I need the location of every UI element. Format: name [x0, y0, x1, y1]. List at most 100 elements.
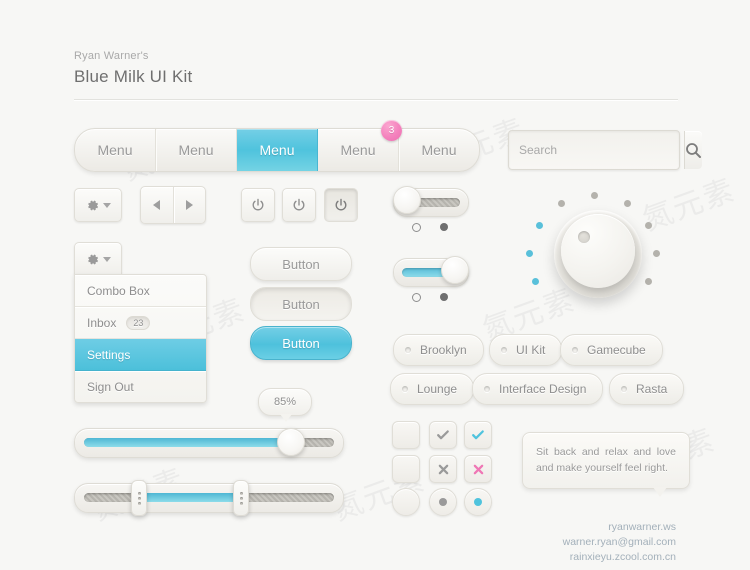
checkbox-unchecked[interactable] — [392, 421, 420, 449]
toggle-indicator-dots — [393, 221, 467, 233]
checkbox-x-pink[interactable] — [464, 455, 492, 483]
footer-email[interactable]: warner.ryan@gmail.com — [563, 535, 676, 550]
gear-dropdown-toggle[interactable] — [74, 242, 122, 275]
speech-bubble: Sit back and relax and love and make you… — [522, 432, 690, 497]
tag-interface-design[interactable]: Interface Design — [472, 373, 604, 405]
knob-dot-inactive — [624, 200, 631, 207]
toggle-knob[interactable] — [441, 256, 469, 284]
button-pressed[interactable]: Button — [250, 287, 352, 321]
gear-icon — [88, 254, 99, 264]
knob-dot-inactive — [645, 278, 652, 285]
power-button-2[interactable] — [282, 188, 316, 222]
checkbox-checked-gray[interactable] — [429, 421, 457, 449]
checkbox-x-gray[interactable] — [429, 455, 457, 483]
radio-dot — [474, 498, 482, 506]
knob-dot-inactive — [653, 250, 660, 257]
tag-ui-kit[interactable]: UI Kit — [489, 334, 563, 366]
menu-item-3-active[interactable]: Menu — [237, 129, 318, 171]
knob-dot-active — [536, 222, 543, 229]
footer-portfolio[interactable]: rainxieyu.zcool.com.cn — [563, 550, 676, 565]
range-handle-start[interactable] — [131, 480, 147, 516]
indicator-dot-on — [439, 293, 448, 301]
power-button-1[interactable] — [241, 188, 275, 222]
indicator-dot-off — [412, 222, 422, 232]
tag-label: Interface Design — [499, 382, 587, 396]
slider-value-tooltip: 85% — [258, 388, 312, 422]
tag-lounge[interactable]: Lounge — [390, 373, 475, 405]
knob-dot-active — [532, 278, 539, 285]
search-box — [508, 130, 702, 170]
slider-track — [84, 493, 334, 502]
range-handle-end[interactable] — [233, 480, 249, 516]
gear-dropdown-button[interactable] — [74, 188, 122, 222]
grip-dot — [239, 501, 243, 505]
slider-range[interactable] — [74, 480, 344, 516]
button-normal[interactable]: Button — [250, 247, 352, 281]
tag-label: Brooklyn — [420, 343, 467, 357]
search-icon — [686, 142, 701, 158]
slider-fill — [84, 438, 297, 447]
inbox-count-badge: 23 — [126, 315, 151, 330]
page-header: Ryan Warner's Blue Milk UI Kit — [74, 50, 678, 100]
next-button[interactable] — [174, 187, 206, 223]
dropdown-item-sign-out[interactable]: Sign Out — [75, 371, 206, 402]
button-label: Button — [282, 296, 320, 312]
power-icon — [252, 198, 264, 211]
check-icon — [437, 430, 449, 440]
chevron-down-icon — [103, 202, 111, 208]
prev-button[interactable] — [141, 187, 174, 223]
toggle-switch-off[interactable] — [393, 186, 469, 217]
toggle-indicator-dots — [393, 291, 467, 303]
knob-cap[interactable] — [561, 214, 635, 288]
menu-item-1[interactable]: Menu — [75, 129, 156, 171]
checkbox-checked-blue[interactable] — [464, 421, 492, 449]
radio-selected-gray[interactable] — [429, 488, 457, 516]
triangle-left-icon — [153, 200, 161, 210]
search-input[interactable] — [509, 131, 684, 169]
knob-dot-active — [526, 250, 533, 257]
button-active[interactable]: Button — [250, 326, 352, 360]
dropdown-item-inbox[interactable]: Inbox 23 — [75, 307, 206, 339]
power-button-3-pressed[interactable] — [324, 188, 358, 222]
tag-brooklyn[interactable]: Brooklyn — [393, 334, 484, 366]
checkbox-unchecked[interactable] — [392, 455, 420, 483]
radio-unselected[interactable] — [392, 488, 420, 516]
button-label: Button — [282, 335, 320, 351]
rotary-knob-control[interactable] — [526, 190, 668, 330]
search-button[interactable] — [684, 131, 702, 169]
header-divider — [74, 99, 678, 100]
menu-item-4[interactable]: Menu 3 — [318, 120, 402, 171]
button-label: Button — [282, 256, 320, 272]
menu-item-2[interactable]: Menu — [156, 129, 237, 171]
tag-label: Rasta — [636, 382, 668, 396]
prev-next-button-group — [140, 186, 206, 224]
slider-single[interactable] — [74, 428, 344, 458]
toggle-knob[interactable] — [393, 186, 421, 214]
menu-item-5[interactable]: Menu — [399, 129, 479, 171]
dropdown-menu: Combo Box Inbox 23 Settings Sign Out — [74, 274, 207, 403]
dropdown-item-combo-box[interactable]: Combo Box — [75, 275, 206, 307]
radio-selected-blue[interactable] — [464, 488, 492, 516]
tag-rasta[interactable]: Rasta — [609, 373, 685, 405]
indicator-dot-off — [412, 292, 422, 302]
indicator-dot-on — [439, 223, 448, 231]
page-title: Blue Milk UI Kit — [74, 67, 193, 86]
tag-gamecube[interactable]: Gamecube — [560, 334, 663, 366]
tag-label: Gamecube — [587, 343, 646, 357]
triangle-right-icon — [185, 200, 193, 210]
tag-label: Lounge — [417, 382, 458, 396]
knob-dot-inactive — [591, 192, 598, 199]
menu-item-label: Menu — [178, 142, 214, 158]
menu-bar: Menu Menu Menu Menu 3 Menu — [74, 120, 480, 172]
menu-item-label: Menu — [259, 142, 295, 158]
slider-value-label: 85% — [273, 396, 297, 408]
footer-credits: ryanwarner.ws warner.ryan@gmail.com rain… — [563, 520, 676, 566]
dropdown-item-label: Combo Box — [87, 283, 150, 298]
toggle-switch-on[interactable] — [393, 256, 469, 287]
slider-handle[interactable] — [277, 428, 305, 456]
check-icon — [472, 430, 484, 440]
grip-dot — [137, 501, 141, 505]
footer-website[interactable]: ryanwarner.ws — [563, 520, 676, 535]
radio-dot — [439, 498, 447, 506]
dropdown-item-settings[interactable]: Settings — [75, 339, 206, 371]
